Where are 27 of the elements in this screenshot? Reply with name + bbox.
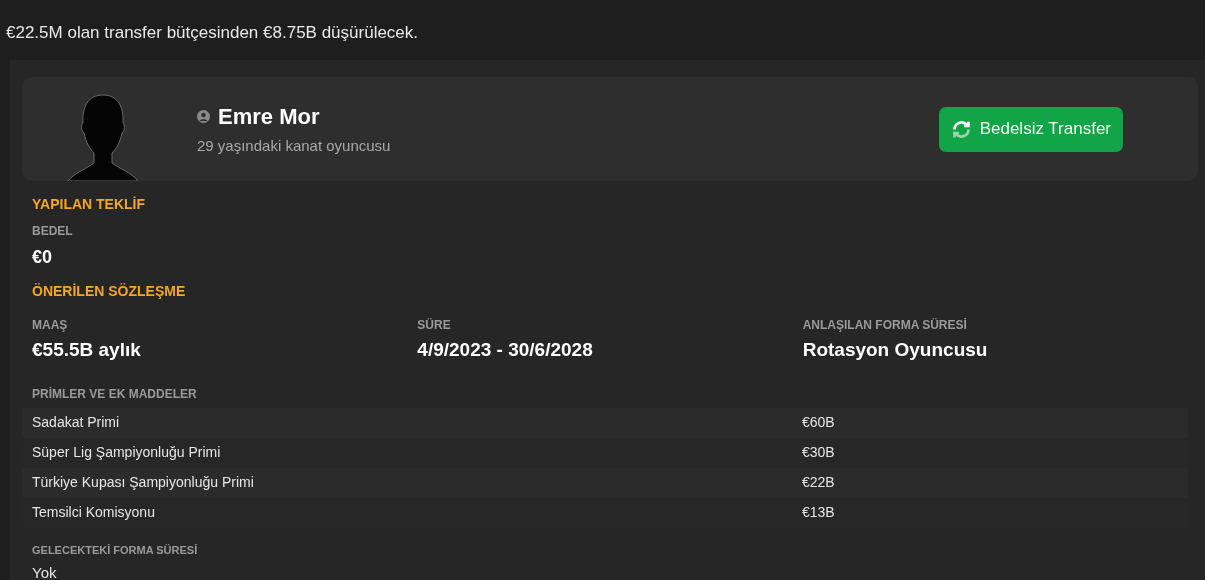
field-value: 4/9/2023 - 30/6/2028 [417,338,594,362]
bonus-name: Türkiye Kupası Şampiyonluğu Primi [32,473,255,492]
refresh-icon [950,118,972,140]
field-value: Rotasyon Oyuncusu [802,338,989,362]
player-name: Emre Mor [218,103,320,132]
field-label: ANLAŞILAN FORMA SÜRESİ [802,317,968,334]
bonus-amount: €22B [802,473,835,492]
bonus-amount: €30B [802,443,835,462]
field-label: GELECEKTEKİ FORMA SÜRESİ [32,542,199,558]
person-icon [197,110,210,124]
bonus-amount: €13B [802,503,835,522]
field-label: BEDEL [32,223,74,240]
bonus-amount: €60B [802,413,835,432]
field-label: MAAŞ [32,317,69,334]
budget-notice: €22.5M olan transfer bütçesinden €8.75B düşürülecek. [6,22,419,45]
section-heading: YAPILAN TEKLİF [32,195,147,214]
bonus-name: Temsilci Komisyonu [32,503,156,522]
free-transfer-button[interactable]: Bedelsiz Transfer [938,106,1123,152]
fee-value: €0 [32,246,54,269]
field-label: PRİMLER VE EK MADDELER [32,385,198,403]
player-description: 29 yaşındaki kanat oyuncusu [197,136,391,157]
field-value: €55.5B aylık [32,338,142,362]
bonus-name: Sadakat Primi [32,413,121,432]
future-value: Yok [32,563,58,580]
bonus-name: Süper Lig Şampiyonluğu Primi [32,443,222,462]
field-label: SÜRE [417,317,452,334]
section-heading: ÖNERİLEN SÖZLEŞME [32,282,187,301]
